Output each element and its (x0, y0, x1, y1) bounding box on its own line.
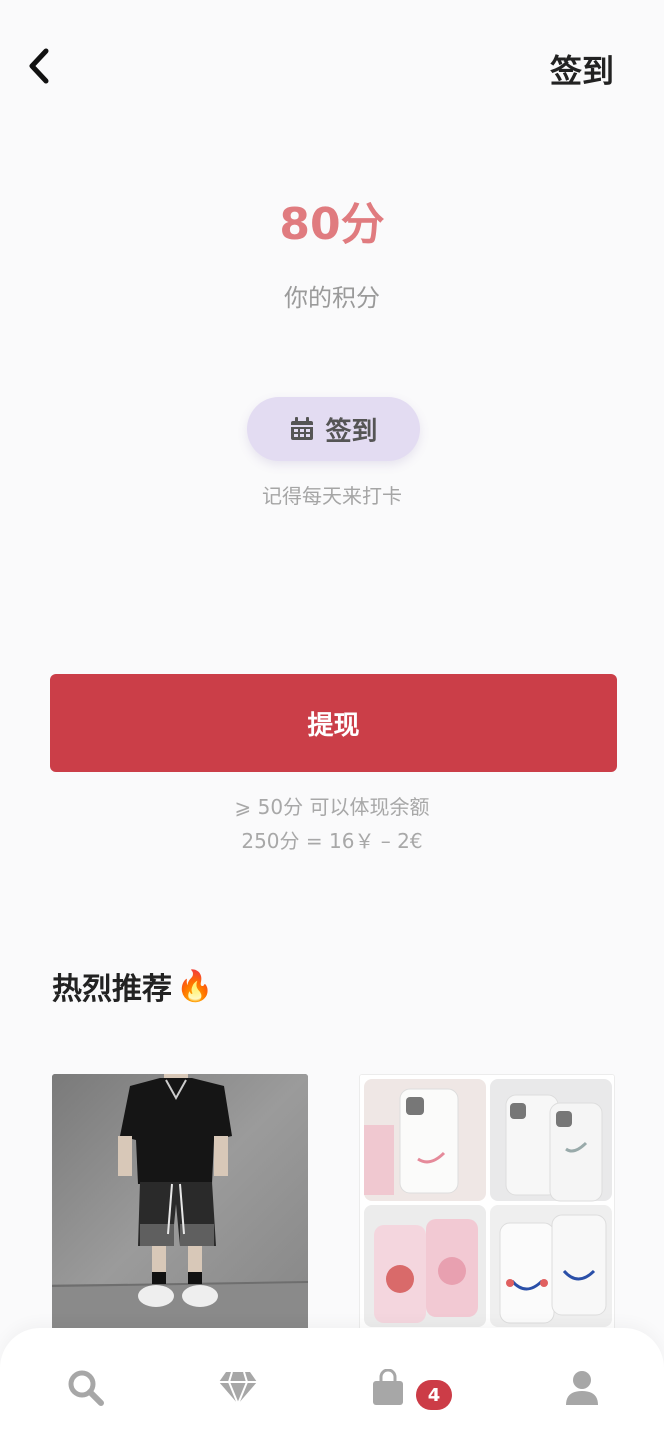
points-value: 80分 (279, 199, 385, 250)
checkin-button[interactable]: 签到 (247, 397, 420, 461)
product-card-clothing[interactable] (52, 1074, 308, 1330)
search-icon (68, 1370, 104, 1406)
back-button[interactable] (22, 46, 56, 86)
bottom-nav: 4 (0, 1328, 664, 1450)
product-card-phone-cases[interactable] (359, 1074, 615, 1330)
fire-icon: 🔥 (176, 968, 214, 1004)
withdraw-button-label: 提现 (307, 710, 360, 741)
cart-badge: 4 (416, 1380, 452, 1410)
diamond-icon (219, 1371, 257, 1406)
points-label: 你的积分 (284, 284, 380, 312)
nav-user-button[interactable] (562, 1368, 602, 1408)
nav-bag-button[interactable] (368, 1368, 408, 1408)
withdraw-note-rate: 250分 = 16￥ – 2€ (241, 829, 423, 853)
page-title: 签到 (549, 52, 614, 90)
user-icon (566, 1371, 598, 1405)
bag-icon (373, 1369, 403, 1405)
withdraw-button[interactable]: 提现 (50, 674, 617, 772)
nav-diamond-button[interactable] (218, 1368, 258, 1408)
checkin-button-label: 签到 (325, 416, 378, 447)
product-image-phone-cases (360, 1075, 614, 1329)
header: 签到 (0, 0, 664, 130)
recommend-title-text: 热烈推荐 (52, 972, 172, 1007)
recommend-title: 热烈推荐 🔥 (52, 964, 213, 1008)
calendar-icon (291, 417, 314, 440)
chevron-left-icon (29, 48, 49, 84)
product-image-clothing (52, 1074, 308, 1330)
nav-search-button[interactable] (66, 1368, 106, 1408)
withdraw-note-threshold: ⩾ 50分 可以体现余额 (234, 795, 430, 819)
checkin-hint: 记得每天来打卡 (262, 484, 402, 508)
